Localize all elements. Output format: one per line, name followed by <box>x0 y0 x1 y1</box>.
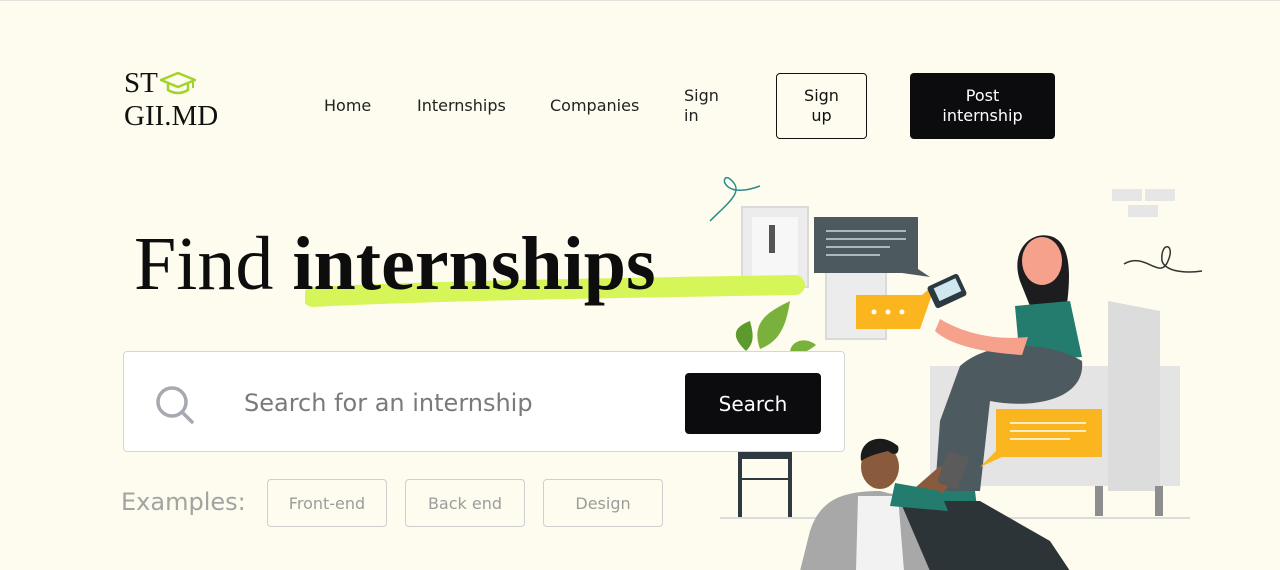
examples-label: Examples: <box>121 488 246 516</box>
graduation-cap-icon <box>159 71 196 94</box>
example-chip-front-end[interactable]: Front-end <box>267 479 387 527</box>
example-chip-design[interactable]: Design <box>543 479 663 527</box>
sign-up-button[interactable]: Sign up <box>776 73 867 139</box>
site-logo[interactable]: ST GII.MD <box>124 67 218 133</box>
logo-text-line2: GII.MD <box>124 100 219 132</box>
hero-title-plain: Find <box>134 222 274 306</box>
example-chip-back-end[interactable]: Back end <box>405 479 525 527</box>
search-icon <box>156 386 194 424</box>
post-internship-button[interactable]: Post internship <box>910 73 1055 139</box>
search-bar: Search <box>123 351 845 452</box>
nav-home[interactable]: Home <box>324 96 371 116</box>
nav-sign-in[interactable]: Sign in <box>684 86 730 126</box>
nav-companies[interactable]: Companies <box>550 96 639 116</box>
search-button[interactable]: Search <box>685 373 821 434</box>
logo-text-line1: ST <box>124 67 158 99</box>
search-input[interactable] <box>244 382 664 424</box>
hero-title-bold: internships <box>292 222 656 306</box>
nav-internships[interactable]: Internships <box>417 96 506 116</box>
hero-title: Find internships <box>134 219 656 309</box>
